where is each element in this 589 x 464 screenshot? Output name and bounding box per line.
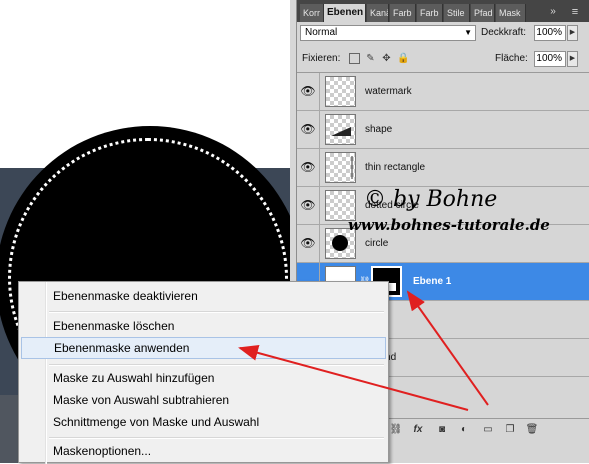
watermark-url: www.bohnes-tutorale.de xyxy=(348,216,550,234)
layer-row-shape[interactable]: 👁 shape xyxy=(297,111,589,149)
layer-name: Ebene 1 xyxy=(413,276,452,287)
opacity-slider-arrow-icon[interactable]: ▶ xyxy=(567,25,578,41)
blend-mode-value: Normal xyxy=(305,27,338,38)
panel-menu-icon[interactable]: ≡ xyxy=(567,4,583,20)
menu-separator xyxy=(49,364,384,366)
eye-icon[interactable]: 👁 xyxy=(297,73,320,110)
tab-ebenen[interactable]: Ebenen xyxy=(324,4,366,22)
layer-thumbnail xyxy=(325,152,356,183)
lock-label: Fixieren: xyxy=(302,53,341,64)
menu-separator xyxy=(49,437,384,439)
layer-name: watermark xyxy=(365,86,412,97)
layer-name: thin rectangle xyxy=(365,162,426,173)
new-layer-icon[interactable]: ❐ xyxy=(503,423,517,437)
menu-separator xyxy=(49,311,384,313)
context-menu: Ebenenmaske deaktivieren Ebenenmaske lös… xyxy=(18,281,389,464)
fx-icon[interactable]: fx xyxy=(411,423,425,437)
layer-thumbnail xyxy=(325,114,356,145)
menu-item-apply-mask[interactable]: Ebenenmaske anwenden xyxy=(21,337,386,359)
menu-item-deactivate-mask[interactable]: Ebenenmaske deaktivieren xyxy=(21,285,386,307)
layer-row-watermark[interactable]: 👁 watermark xyxy=(297,73,589,111)
tab-pfade[interactable]: Pfad xyxy=(471,4,495,22)
tab-masken[interactable]: Mask xyxy=(496,4,526,22)
more-tabs-icon[interactable]: » xyxy=(545,4,561,20)
shape-thumbnail-icon xyxy=(331,127,351,136)
new-group-icon[interactable]: ▭ xyxy=(481,423,495,437)
tab-farbfelder[interactable]: Farb xyxy=(390,4,416,22)
delete-layer-icon[interactable]: 🗑 xyxy=(525,423,539,437)
eye-icon[interactable]: 👁 xyxy=(297,187,320,224)
chevron-down-icon: ▼ xyxy=(464,28,472,37)
tab-farbe[interactable]: Farb xyxy=(417,4,443,22)
thin-rectangle-thumbnail-icon xyxy=(351,156,353,179)
add-mask-icon[interactable]: ◙ xyxy=(435,423,449,437)
opacity-label: Deckkraft: xyxy=(481,27,527,38)
opacity-input[interactable]: 100% xyxy=(534,25,566,41)
watermark-title: © by Bohne xyxy=(364,187,498,212)
lock-move-icon[interactable]: ✥ xyxy=(381,53,392,64)
eye-icon[interactable]: 👁 xyxy=(297,225,320,262)
tab-stile[interactable]: Stile xyxy=(444,4,470,22)
link-layers-icon[interactable]: ⛓ xyxy=(389,423,403,437)
tab-kanaele[interactable]: Kanä xyxy=(367,4,389,22)
menu-item-add-mask-to-selection[interactable]: Maske zu Auswahl hinzufügen xyxy=(21,367,386,389)
adjustment-layer-icon[interactable]: ◐ xyxy=(457,423,471,437)
blend-mode-select[interactable]: Normal ▼ xyxy=(300,25,476,41)
layer-row-thin-rectangle[interactable]: 👁 thin rectangle xyxy=(297,149,589,187)
layer-thumbnail xyxy=(325,76,356,107)
tab-korrekturen[interactable]: Korr xyxy=(300,4,324,22)
menu-item-intersect-mask-selection[interactable]: Schnittmenge von Maske und Auswahl xyxy=(21,411,386,433)
menu-item-mask-options[interactable]: Maskenoptionen... xyxy=(21,440,386,462)
menu-item-subtract-mask-from-selection[interactable]: Maske von Auswahl subtrahieren xyxy=(21,389,386,411)
eye-icon[interactable]: 👁 xyxy=(297,149,320,186)
lock-brush-icon[interactable]: ✎ xyxy=(365,53,376,64)
fill-slider-arrow-icon[interactable]: ▶ xyxy=(567,51,578,67)
eye-icon[interactable]: 👁 xyxy=(297,111,320,148)
panel-tab-bar: Korr Ebenen Kanä Farb Farb Stile Pfad Ma… xyxy=(297,0,589,22)
layer-name: shape xyxy=(365,124,393,135)
mask-white-area xyxy=(388,283,396,291)
lock-transparent-icon[interactable] xyxy=(349,53,360,64)
lock-all-icon[interactable]: 🔒 xyxy=(397,53,409,64)
menu-item-delete-mask[interactable]: Ebenenmaske löschen xyxy=(21,315,386,337)
fill-label: Fläche: xyxy=(495,53,528,64)
fill-input[interactable]: 100% xyxy=(534,51,566,67)
